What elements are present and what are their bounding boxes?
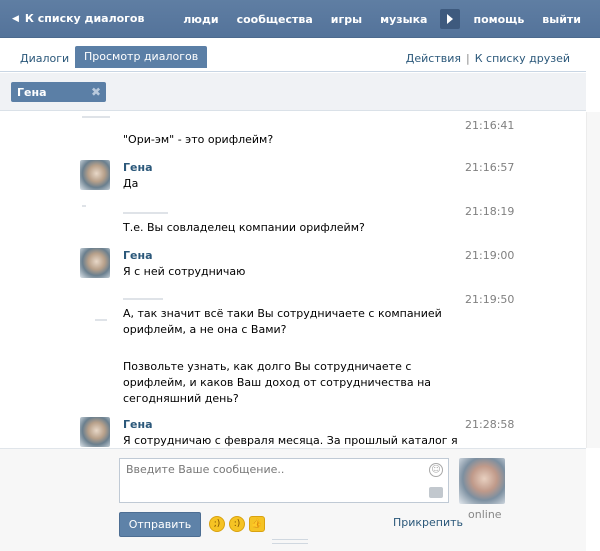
message-text: Да [123,177,139,190]
chevron-left-icon: ◀ [12,13,19,24]
avatar[interactable] [459,458,505,504]
play-button[interactable] [440,9,461,29]
message-time: 21:16:57 [465,161,515,174]
message-author[interactable]: Гена [123,418,153,431]
play-icon [447,14,454,24]
attach-link[interactable]: Прикрепить [393,516,463,529]
message-time: 21:19:00 [465,249,515,262]
nav-games[interactable]: игры [322,13,371,26]
message-input-placeholder: Введите Ваше сообщение.. [126,463,285,476]
camera-icon[interactable] [429,487,443,498]
message-text: "Ори-эм" - это орифлейм? [123,133,274,146]
back-label: К списку диалогов [24,12,145,25]
friends-list-link[interactable]: К списку друзей [475,52,570,65]
message-text: А, так значит всё таки Вы сотрудничаете … [123,307,442,336]
message-time: 21:16:41 [465,119,515,132]
resize-grip[interactable] [272,539,308,544]
recipient-chip[interactable]: Гена ✖ [11,82,106,102]
nav-help[interactable]: помощь [464,13,533,26]
actions-separator: | [466,52,470,65]
nav-people[interactable]: люди [174,13,227,26]
tab-dialogs[interactable]: Диалоги [20,52,69,65]
tab-bar: Диалоги Просмотр диалогов Действия | К с… [0,38,586,72]
message-author[interactable]: Гена [123,249,153,262]
chip-label: Гена [17,85,47,99]
message-text: Т.е. Вы совладелец компании орифлейм? [123,221,365,234]
nav-logout[interactable]: выйти [533,13,590,26]
redacted-avatar [82,116,110,118]
redacted-author [123,298,163,300]
close-icon[interactable]: ✖ [91,85,101,99]
send-button[interactable]: Отправить [119,512,201,537]
thumbs-up-emoji-icon[interactable]: 👍 [249,516,265,532]
redacted-author [123,212,168,214]
wink-emoji-icon[interactable]: ;) [209,516,225,532]
smile-icon[interactable]: ☺ [429,463,443,477]
message-time: 21:28:58 [465,418,515,431]
avatar[interactable] [80,417,110,447]
nav-music[interactable]: музыка [371,13,436,26]
message-time: 21:18:19 [465,205,515,218]
redacted-avatar [95,319,107,321]
filter-strip: Гена ✖ [0,73,586,111]
message-text: Позвольте узнать, как долго Вы сотруднич… [123,360,432,405]
nav-communities[interactable]: сообщества [228,13,322,26]
top-nav: люди сообщества игры музыка помощь выйти [174,0,590,38]
top-bar: ◀ К списку диалогов люди сообщества игры… [0,0,600,38]
tab-actions: Действия | К списку друзей [406,52,570,65]
back-to-dialogs-link[interactable]: ◀ К списку диалогов [12,12,144,25]
avatar[interactable] [80,160,110,190]
message-text: Я с ней сотрудничаю [123,265,246,278]
message-list: 21:16:41 "Ори-эм" - это орифлейм? Гена 2… [0,112,586,448]
message-author[interactable]: Гена [123,161,153,174]
smile-emoji-icon[interactable]: :) [229,516,245,532]
message-input[interactable]: Введите Ваше сообщение.. ☺ [119,458,449,503]
avatar[interactable] [80,248,110,278]
tab-view-dialogs[interactable]: Просмотр диалогов [75,46,208,68]
message-text: Я сотрудничаю с февраля месяца. За прошл… [123,434,458,447]
actions-link[interactable]: Действия [406,52,461,65]
compose-area: Введите Ваше сообщение.. ☺ Отправить ;) … [0,448,586,551]
message-time: 21:19:50 [465,293,515,306]
redacted-avatar [82,205,86,207]
online-status: online [468,508,502,521]
scrollbar[interactable] [586,112,600,448]
